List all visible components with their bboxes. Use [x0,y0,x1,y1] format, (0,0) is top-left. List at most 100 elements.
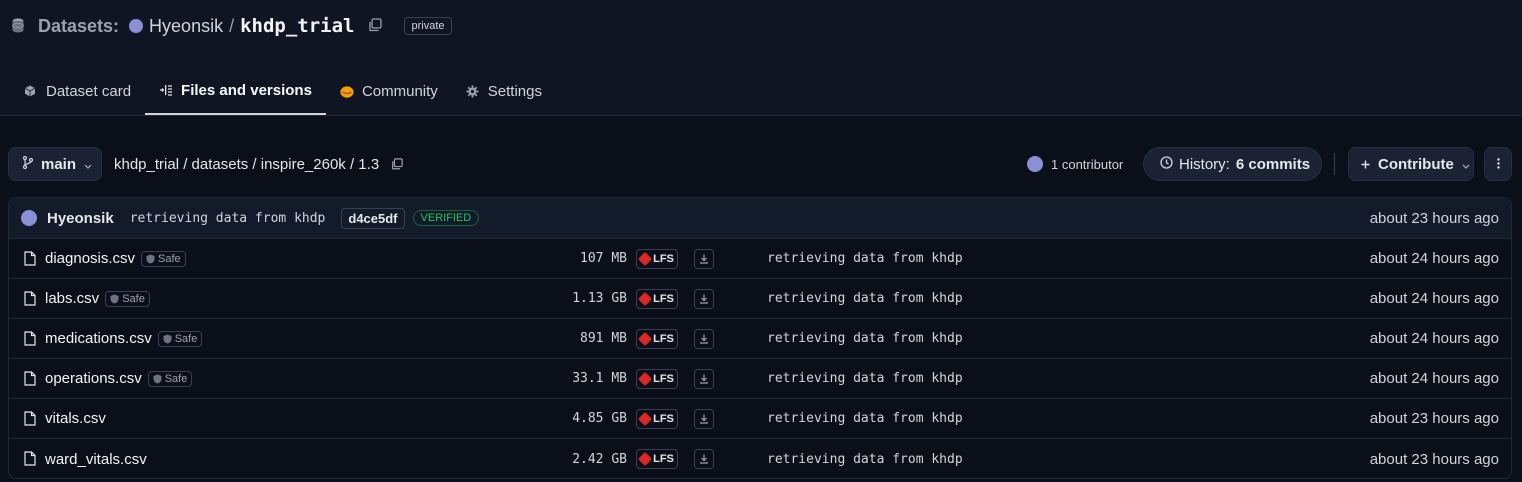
branch-selector[interactable]: main [8,147,102,181]
tab-files-and-versions[interactable]: Files and versions [145,68,326,115]
tab-community[interactable]: Community [326,68,452,115]
tab-label: Dataset card [46,83,132,100]
lfs-gem-icon [638,251,653,267]
safe-label: Safe [174,333,198,346]
safe-label: Safe [158,253,181,266]
download-icon [700,454,708,464]
file-icon [24,451,36,466]
contributor-avatar [1027,156,1043,172]
shield-icon [110,294,119,304]
safe-badge[interactable]: Safe [105,291,150,308]
lfs-gem-icon [638,331,653,347]
download-button[interactable] [694,289,714,309]
file-time: about 24 hours ago [1369,370,1499,387]
toolbar-divider [1334,153,1335,175]
lfs-badge[interactable]: LFS [636,369,678,389]
database-icon [12,18,26,34]
tab-label: Files and versions [181,82,312,99]
owner-avatar[interactable] [129,19,144,33]
file-time: about 24 hours ago [1369,250,1499,267]
chevron-down-icon [1462,156,1470,173]
download-icon [700,294,708,304]
contributors-label: 1 contributor [1051,156,1124,172]
commit-hash[interactable]: d4ce5df [341,207,405,229]
file-icon [24,371,36,386]
file-time: about 23 hours ago [1369,450,1499,468]
download-button[interactable] [694,449,714,469]
lfs-gem-icon [638,371,653,387]
lfs-badge[interactable]: LFS [636,329,678,349]
breadcrumb: khdp_trial / datasets / inspire_260k / 1… [114,147,403,181]
file-icon [24,251,36,266]
tab-dataset-card[interactable]: Dataset card [10,68,145,115]
lfs-label: LFS [653,333,674,345]
lfs-label: LFS [653,293,674,305]
lfs-label: LFS [653,373,674,385]
download-button[interactable] [694,249,714,269]
file-commit-message[interactable]: retrieving data from khdp [767,331,963,346]
more-options-button[interactable] [1484,147,1512,181]
file-name[interactable]: operations.csv [45,370,142,387]
history-button[interactable]: History: 6 commits [1143,147,1322,181]
copy-icon[interactable] [368,18,384,34]
lfs-gem-icon [638,451,653,467]
tab-label: Community [361,83,438,100]
breadcrumb-path[interactable]: khdp_trial / datasets / inspire_260k / 1… [114,156,379,173]
safe-badge[interactable]: Safe [141,251,186,268]
safe-label: Safe [122,293,145,306]
contributors[interactable]: 1 contributor [1027,147,1123,181]
chevron-down-icon [84,156,92,173]
file-list: Hyeonsik retrieving data from khdp d4ce5… [8,197,1512,479]
lfs-badge[interactable]: LFS [636,289,678,309]
file-icon [24,411,36,426]
history-label: History: [1179,155,1230,173]
shield-icon [163,334,172,344]
file-commit-message[interactable]: retrieving data from khdp [767,411,963,426]
section-label[interactable]: Datasets: [38,16,119,37]
file-row: vitals.csv 4.85 GB LFS retrieving data f… [9,399,1511,439]
safe-label: Safe [164,373,188,386]
tab-settings[interactable]: Settings [452,68,556,115]
shield-icon [146,254,155,264]
commit-message[interactable]: retrieving data from khdp [130,211,326,226]
file-commit-message[interactable]: retrieving data from khdp [767,251,963,266]
file-name[interactable]: ward_vitals.csv [45,451,147,468]
lfs-badge[interactable]: LFS [636,249,678,269]
repo-name[interactable]: khdp_trial [240,15,354,37]
files-icon [159,84,173,98]
lfs-badge[interactable]: LFS [636,449,678,469]
owner-link[interactable]: Hyeonsik [149,16,223,37]
lfs-label: LFS [653,413,674,425]
file-name[interactable]: medications.csv [45,330,152,347]
file-name[interactable]: diagnosis.csv [45,250,135,267]
file-row: diagnosis.csv Safe 107 MB LFS retrieving … [9,239,1511,279]
copy-path-icon[interactable] [391,158,403,170]
contribute-button[interactable]: Contribute [1348,147,1474,181]
download-button[interactable] [694,369,714,389]
commit-author[interactable]: Hyeonsik [47,210,114,227]
download-icon [700,414,708,424]
download-button[interactable] [694,329,714,349]
lfs-badge[interactable]: LFS [636,409,678,429]
file-commit-message[interactable]: retrieving data from khdp [767,291,963,306]
download-button[interactable] [694,409,714,429]
file-name[interactable]: labs.csv [45,290,99,307]
file-icon [24,331,36,346]
safe-badge[interactable]: Safe [157,331,203,348]
branch-name: main [41,155,77,173]
branch-icon [22,155,34,173]
title-separator: / [229,15,235,36]
safe-badge[interactable]: Safe [147,371,193,388]
file-size: 33.1 MB [572,371,627,386]
file-row: labs.csv Safe 1.13 GB LFS retrieving data… [9,279,1511,319]
file-commit-message[interactable]: retrieving data from khdp [767,371,963,386]
file-size: 1.13 GB [572,291,627,306]
download-icon [700,254,708,264]
download-icon [700,334,708,344]
file-name[interactable]: vitals.csv [45,410,106,427]
file-commit-message[interactable]: retrieving data from khdp [767,452,963,467]
file-time: about 24 hours ago [1369,290,1499,307]
gear-icon [466,85,480,99]
clock-icon [1160,155,1173,173]
commit-author-avatar[interactable] [21,210,37,226]
